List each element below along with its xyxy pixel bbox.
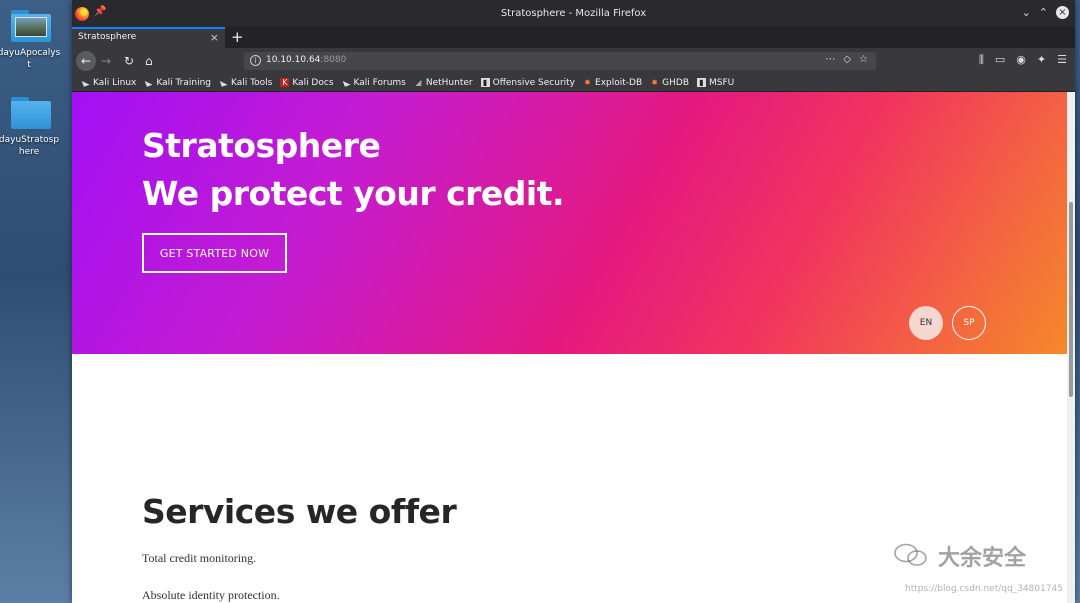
pin-icon[interactable]: 📌: [94, 6, 106, 17]
bookmark-nethunter[interactable]: ◢ NetHunter: [414, 78, 472, 88]
sidebar-icon[interactable]: ▭: [995, 53, 1005, 67]
desktop-icon-label: dayuStratosphere: [0, 135, 60, 157]
page-scrollbar[interactable]: [1067, 92, 1075, 603]
window-title: Stratosphere - Mozilla Firefox: [500, 8, 647, 19]
get-started-button[interactable]: GET STARTED NOW: [142, 233, 287, 273]
firefox-icon: [75, 7, 89, 21]
hero-tagline: We protect your credit.: [142, 174, 565, 213]
bookmark-kali-linux[interactable]: ◣ Kali Linux: [81, 77, 136, 88]
language-sp-button[interactable]: SP: [952, 306, 986, 340]
url-text: 10.10.10.64:8080: [266, 55, 347, 65]
kali-dragon-icon: ◣: [341, 77, 351, 88]
info-icon[interactable]: i: [250, 55, 261, 66]
more-actions-icon[interactable]: ⋯: [825, 54, 835, 65]
pocket-icon[interactable]: ◇: [843, 54, 851, 65]
menu-icon[interactable]: ☰: [1057, 53, 1067, 67]
ghdb-icon: ✸: [651, 78, 658, 87]
folder-icon: [11, 8, 51, 42]
kali-dragon-icon: ◣: [81, 77, 90, 88]
bookmark-offensive-security[interactable]: ▮ Offensive Security: [480, 78, 575, 88]
chevron-up-icon[interactable]: ⌃: [1039, 6, 1048, 19]
bookmark-star-icon[interactable]: ☆: [859, 54, 868, 65]
bookmark-kali-training[interactable]: ◣ Kali Training: [144, 77, 211, 88]
extension-icon[interactable]: ✦: [1037, 53, 1046, 67]
offsec-icon: ▮: [480, 78, 490, 87]
forward-icon[interactable]: →: [101, 52, 111, 70]
service-item: Total credit monitoring.: [142, 551, 257, 565]
url-bar[interactable]: i 10.10.10.64:8080 ⋯ ◇ ☆: [244, 52, 876, 70]
service-item: Absolute identity protection.: [142, 588, 280, 602]
hero-section: Stratosphere We protect your credit. GET…: [72, 92, 1067, 354]
bookmark-ghdb[interactable]: ✸ GHDB: [650, 78, 689, 88]
page-viewport: Stratosphere We protect your credit. GET…: [72, 92, 1075, 603]
firefox-window: 📌 Stratosphere - Mozilla Firefox ⌄ ⌃ × S…: [72, 0, 1075, 603]
scrollbar-thumb[interactable]: [1069, 202, 1073, 397]
desktop-icon-dayuapocalyst[interactable]: dayuApocalyst: [0, 8, 62, 71]
bookmarks-toolbar: ◣ Kali Linux ◣ Kali Training ◣ Kali Tools K…: [72, 74, 1075, 92]
window-titlebar[interactable]: 📌 Stratosphere - Mozilla Firefox ⌄ ⌃ ×: [72, 0, 1075, 27]
hero-title: Stratosphere: [142, 126, 381, 165]
library-icon[interactable]: ⫼: [979, 53, 984, 67]
msfu-icon: ▮: [697, 78, 706, 87]
nethunter-icon: ◢: [415, 78, 422, 87]
bookmark-msfu[interactable]: ▮ MSFU: [697, 78, 734, 88]
tab-stratosphere[interactable]: Stratosphere ×: [72, 27, 225, 48]
navigation-toolbar: ← → ↻ ⌂ i 10.10.10.64:8080 ⋯ ◇ ☆ ⫼ ▭ ◉ ✦…: [72, 48, 1075, 74]
home-icon[interactable]: ⌂: [145, 52, 153, 70]
desktop-icon-label: dayuApocalyst: [0, 48, 61, 70]
services-heading: Services we offer: [142, 492, 457, 531]
reload-icon[interactable]: ↻: [124, 52, 134, 70]
kali-dragon-icon: ◣: [219, 77, 228, 88]
bookmark-kali-tools[interactable]: ◣ Kali Tools: [219, 77, 272, 88]
language-en-button[interactable]: EN: [909, 306, 943, 340]
folder-icon: [11, 95, 51, 129]
desktop-icon-dayustratosphere[interactable]: dayuStratosphere: [0, 95, 62, 158]
tab-strip: Stratosphere × +: [72, 27, 1075, 48]
exploitdb-icon: ✸: [584, 78, 591, 87]
window-controls: ⌄ ⌃ ×: [1022, 6, 1069, 19]
back-icon[interactable]: ←: [76, 51, 96, 71]
tab-label: Stratosphere: [78, 32, 137, 42]
account-icon[interactable]: ◉: [1016, 53, 1026, 67]
chevron-down-icon[interactable]: ⌄: [1022, 6, 1031, 19]
new-tab-icon[interactable]: +: [231, 27, 244, 47]
kali-dragon-icon: ◣: [144, 77, 154, 88]
services-section: Services we offer Total credit monitorin…: [142, 492, 1022, 603]
kali-docs-icon: K: [280, 78, 290, 87]
close-tab-icon[interactable]: ×: [210, 31, 219, 44]
bookmark-kali-forums[interactable]: ◣ Kali Forums: [341, 77, 406, 88]
close-icon[interactable]: ×: [1056, 6, 1069, 19]
bookmark-exploit-db[interactable]: ✸ Exploit-DB: [583, 78, 642, 88]
bookmark-kali-docs[interactable]: K Kali Docs: [280, 78, 334, 88]
